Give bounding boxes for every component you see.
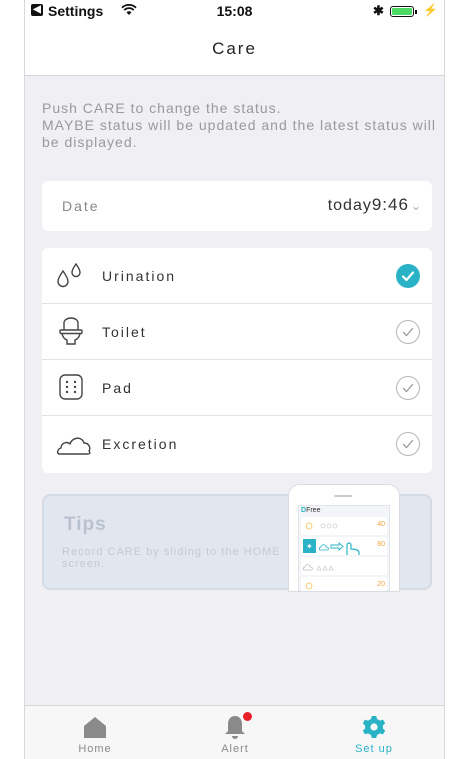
phone-row: 20: [301, 577, 387, 591]
date-row[interactable]: Date today9:46 ⌄: [42, 181, 432, 231]
phone-row-value: 80: [377, 541, 385, 548]
date-label: Date: [62, 198, 100, 214]
date-time: 9:46: [371, 195, 409, 214]
phone-speaker: [334, 495, 352, 497]
drops-icon: [56, 260, 86, 290]
tab-home[interactable]: Home: [25, 706, 165, 759]
care-item-label: Excretion: [102, 436, 179, 452]
svg-text:✦: ✦: [306, 542, 313, 551]
check-icon[interactable]: [396, 376, 420, 400]
care-item-label: Toilet: [102, 324, 147, 340]
care-item-excretion[interactable]: Excretion: [42, 416, 432, 472]
app-screen: ◀ Settings 15:08 ✱ ⚡ Care Push CARE to c…: [24, 0, 445, 759]
check-icon[interactable]: [396, 432, 420, 456]
toilet-icon: [56, 316, 86, 346]
status-bar: ◀ Settings 15:08 ✱ ⚡: [25, 0, 444, 22]
care-list: Urination Toilet Pad Excretion: [42, 248, 432, 473]
phone-brand-rest: Free: [306, 507, 321, 514]
phone-row-value: 40: [377, 521, 385, 528]
intro-text: Push CARE to change the status. MAYBE st…: [42, 100, 437, 151]
pad-icon: [56, 372, 86, 402]
tab-bar: Home Alert Set up: [25, 705, 444, 759]
phone-row-value: 20: [377, 581, 385, 588]
care-item-label: Pad: [102, 380, 133, 396]
page-title: Care: [212, 39, 257, 58]
care-item-toilet[interactable]: Toilet: [42, 304, 432, 360]
date-day: today: [327, 197, 372, 214]
intro-line: Push CARE to change the status. MAYBE st…: [42, 100, 437, 150]
tab-alert[interactable]: Alert: [165, 706, 305, 759]
tab-setup[interactable]: Set up: [304, 706, 444, 759]
care-item-urination[interactable]: Urination: [42, 248, 432, 304]
tab-label: Alert: [221, 743, 249, 755]
battery-icon: [390, 6, 417, 17]
phone-illustration: DFree 40 ✦ 80 20: [288, 484, 400, 592]
date-value[interactable]: today9:46 ⌄: [328, 195, 422, 215]
chevron-down-icon: ⌄: [410, 199, 422, 213]
bluetooth-icon: ✱: [373, 3, 384, 18]
tab-label: Set up: [355, 743, 393, 755]
care-item-pad[interactable]: Pad: [42, 360, 432, 416]
tab-label: Home: [78, 743, 112, 755]
care-item-label: Urination: [102, 268, 177, 284]
home-icon: [80, 714, 110, 740]
check-icon[interactable]: [396, 320, 420, 344]
alert-badge: [243, 712, 252, 721]
phone-row: 40: [301, 517, 387, 535]
tips-title: Tips: [64, 514, 107, 535]
phone-brand: DFree: [301, 507, 320, 514]
excretion-icon: [56, 428, 92, 458]
navigation-bar: Care: [25, 22, 444, 76]
check-icon[interactable]: [396, 264, 420, 288]
tips-description: Record CARE by sliding to the HOME scree…: [62, 546, 281, 570]
gear-icon: [359, 714, 389, 740]
phone-row: ✦ 80: [301, 537, 387, 555]
phone-screen: DFree 40 ✦ 80 20: [298, 505, 390, 591]
phone-row: [301, 557, 387, 575]
charging-icon: ⚡: [423, 3, 438, 17]
